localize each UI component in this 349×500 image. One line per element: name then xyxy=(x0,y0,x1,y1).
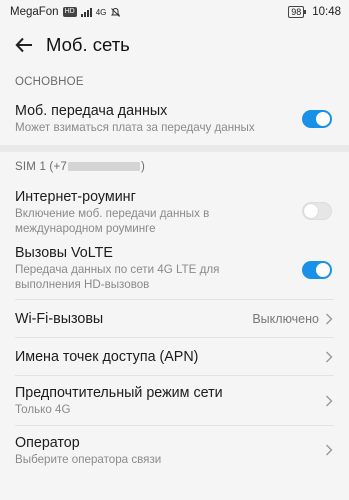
page-title: Моб. сеть xyxy=(46,34,130,55)
preferred-mode-title: Предпочтительный режим сети xyxy=(15,385,223,401)
battery-icon: 98 xyxy=(288,6,307,18)
wifi-calls-value: Выключено xyxy=(252,312,319,326)
carrier-name: MegaFon xyxy=(10,6,59,18)
apn-title: Имена точек доступа (APN) xyxy=(15,349,199,365)
wifi-calls-row[interactable]: Wi-Fi-вызовы Выключено xyxy=(0,300,349,338)
sim-section-label: SIM 1 (+7) xyxy=(0,152,349,182)
clock: 10:48 xyxy=(312,6,341,18)
apn-row[interactable]: Имена точек доступа (APN) xyxy=(0,338,349,376)
roaming-subtitle-1: Включение моб. передачи данных в xyxy=(15,207,210,220)
roaming-toggle[interactable] xyxy=(302,202,332,220)
wifi-calls-title: Wi-Fi-вызовы xyxy=(15,311,104,327)
volte-subtitle-1: Передача данных по сети 4G LTE для xyxy=(15,263,220,276)
signal-icon xyxy=(80,7,92,17)
status-bar: MegaFon HD 4G 98 10:48 xyxy=(0,0,349,24)
chevron-right-icon xyxy=(326,395,333,407)
volte-row[interactable]: Вызовы VoLTE Передача данных по сети 4G … xyxy=(0,240,349,300)
section-label-basic: ОСНОВНОЕ xyxy=(15,76,84,88)
toggle-knob xyxy=(316,263,330,277)
preferred-mode-row[interactable]: Предпочтительный режим сети Только 4G xyxy=(0,376,349,426)
network-type: 4G xyxy=(95,7,107,17)
back-arrow-icon xyxy=(15,37,32,53)
mobile-data-subtitle: Может взиматься плата за передачу данных xyxy=(15,121,255,134)
mobile-data-title: Моб. передача данных xyxy=(15,103,168,119)
operator-row[interactable]: Оператор Выберите оператора связи xyxy=(0,426,349,474)
preferred-mode-subtitle: Только 4G xyxy=(15,403,71,416)
roaming-row[interactable]: Интернет-роуминг Включение моб. передачи… xyxy=(0,182,349,240)
chevron-right-icon xyxy=(326,444,333,456)
sim-label-suffix: ) xyxy=(140,161,146,173)
roaming-subtitle-2: международном роуминге xyxy=(15,222,156,235)
volte-subtitle-2: выполнения HD-вызовов xyxy=(15,278,150,291)
toggle-knob xyxy=(304,204,318,218)
operator-subtitle: Выберите оператора связи xyxy=(15,453,162,466)
mobile-data-toggle[interactable] xyxy=(302,110,332,128)
section-divider xyxy=(0,145,349,152)
back-button[interactable] xyxy=(12,33,36,57)
sim-label-prefix: SIM 1 (+7 xyxy=(15,161,67,173)
hd-badge: HD xyxy=(62,7,77,17)
chevron-right-icon xyxy=(326,313,333,325)
mobile-data-row[interactable]: Моб. передача данных Может взиматься пла… xyxy=(0,97,349,141)
toggle-knob xyxy=(316,112,330,126)
masked-number xyxy=(67,162,140,172)
silent-icon xyxy=(111,7,121,17)
app-header: Моб. сеть xyxy=(0,24,349,66)
volte-toggle[interactable] xyxy=(302,261,332,279)
volte-title: Вызовы VoLTE xyxy=(15,245,113,261)
operator-title: Оператор xyxy=(15,435,80,451)
chevron-right-icon xyxy=(326,351,333,363)
roaming-title: Интернет-роуминг xyxy=(15,189,136,205)
